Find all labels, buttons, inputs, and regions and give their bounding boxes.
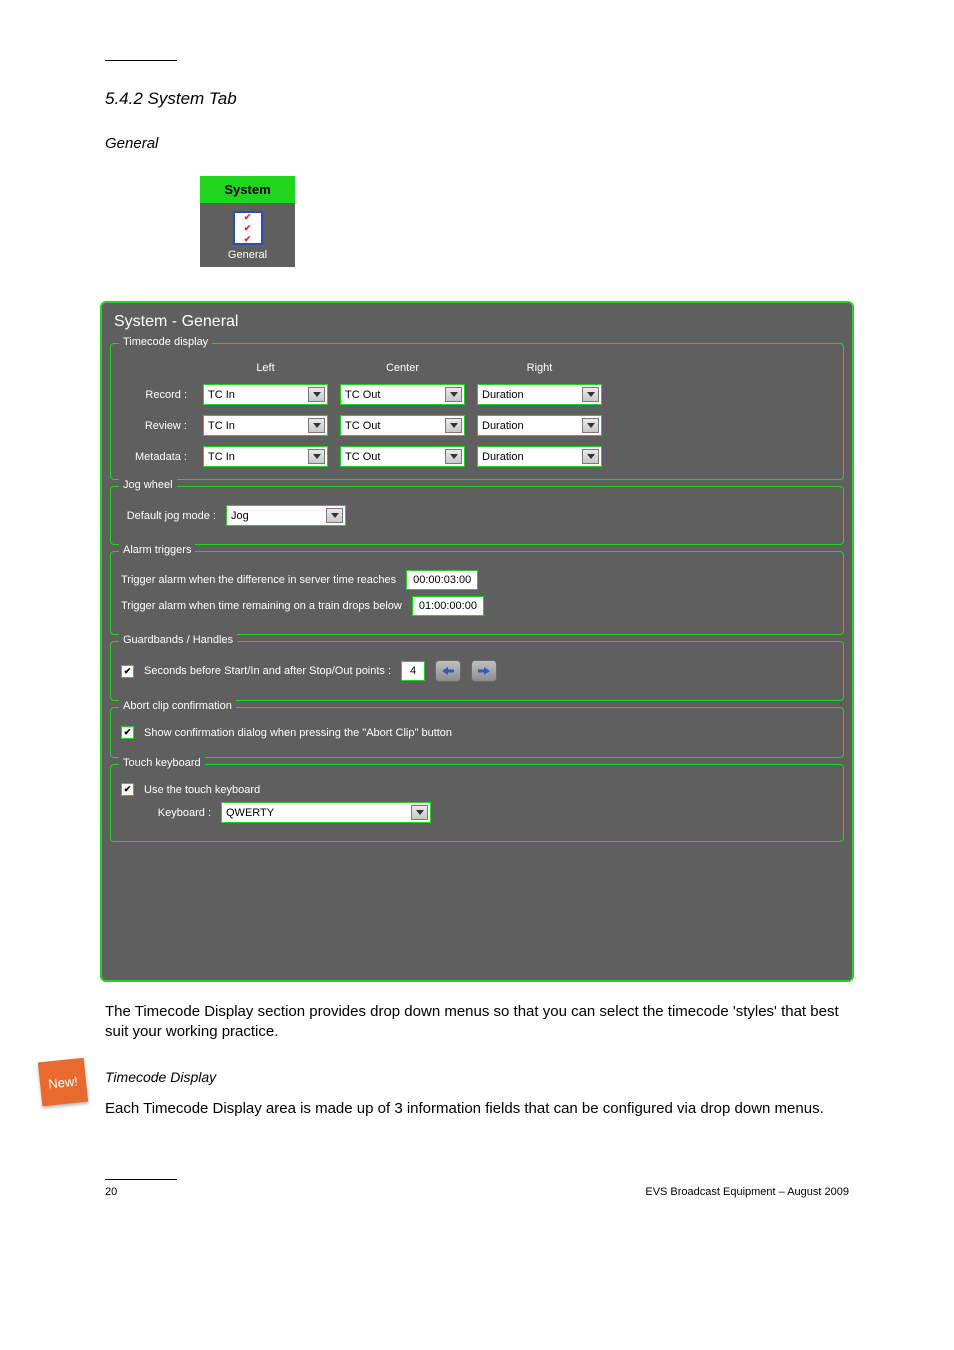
checklist-icon: ✔✔✔ bbox=[233, 211, 263, 245]
select-value: Duration bbox=[482, 389, 524, 401]
group-abort-clip: Abort clip confirmation ✔ Show confirmat… bbox=[110, 707, 844, 758]
chevron-down-icon bbox=[308, 449, 325, 464]
col-header-right: Right bbox=[477, 362, 602, 374]
subsection-heading: General bbox=[105, 135, 854, 152]
guardbands-decrement-button[interactable] bbox=[435, 660, 461, 682]
metadata-right-select[interactable]: Duration bbox=[477, 446, 602, 467]
alarm-train-time-value[interactable]: 01:00:00:00 bbox=[412, 596, 484, 616]
metadata-left-select[interactable]: TC In bbox=[203, 446, 328, 467]
select-value: TC In bbox=[208, 451, 235, 463]
chevron-down-icon bbox=[308, 418, 325, 433]
review-right-select[interactable]: Duration bbox=[477, 415, 602, 436]
record-right-select[interactable]: Duration bbox=[477, 384, 602, 405]
keyboard-label: Keyboard : bbox=[121, 807, 211, 819]
default-jog-mode-label: Default jog mode : bbox=[121, 510, 216, 522]
use-touch-keyboard-label: Use the touch keyboard bbox=[144, 784, 260, 796]
chevron-down-icon bbox=[411, 805, 428, 820]
legend: Guardbands / Handles bbox=[119, 634, 237, 646]
guardbands-checkbox[interactable]: ✔ bbox=[121, 665, 134, 678]
keyboard-layout-select[interactable]: QWERTY bbox=[221, 802, 431, 823]
general-label: General bbox=[202, 249, 293, 261]
guardbands-value[interactable]: 4 bbox=[401, 661, 425, 681]
header-rule bbox=[105, 60, 177, 61]
system-general-panel: System - General Timecode display Left C… bbox=[100, 301, 854, 982]
tab-body-general: ✔✔✔ General bbox=[200, 203, 295, 267]
col-header-center: Center bbox=[340, 362, 465, 374]
legend: Abort clip confirmation bbox=[119, 700, 236, 712]
row-label-review: Review : bbox=[121, 420, 191, 432]
select-value: TC Out bbox=[345, 451, 380, 463]
record-center-select[interactable]: TC Out bbox=[340, 384, 465, 405]
legend: Timecode display bbox=[119, 336, 212, 348]
footer-text: EVS Broadcast Equipment – August 2009 bbox=[645, 1186, 849, 1198]
select-value: QWERTY bbox=[226, 807, 274, 819]
alarm-server-time-value[interactable]: 00:00:03:00 bbox=[406, 570, 478, 590]
select-value: Duration bbox=[482, 420, 524, 432]
section-heading: 5.4.2 System Tab bbox=[105, 89, 854, 109]
alarm-server-time-label: Trigger alarm when the difference in ser… bbox=[121, 574, 396, 586]
group-touch-keyboard: Touch keyboard ✔ Use the touch keyboard … bbox=[110, 764, 844, 842]
chevron-down-icon bbox=[326, 508, 343, 523]
panel-title: System - General bbox=[106, 307, 848, 339]
record-left-select[interactable]: TC In bbox=[203, 384, 328, 405]
new-badge: New! bbox=[38, 1058, 88, 1107]
heading-timecode-display: Timecode Display bbox=[105, 1069, 854, 1085]
review-center-select[interactable]: TC Out bbox=[340, 415, 465, 436]
abort-confirmation-checkbox[interactable]: ✔ bbox=[121, 726, 134, 739]
alarm-train-time-label: Trigger alarm when time remaining on a t… bbox=[121, 600, 402, 612]
col-header-left: Left bbox=[203, 362, 328, 374]
use-touch-keyboard-checkbox[interactable]: ✔ bbox=[121, 783, 134, 796]
select-value: Jog bbox=[231, 510, 249, 522]
select-value: TC Out bbox=[345, 420, 380, 432]
chevron-down-icon bbox=[445, 387, 462, 402]
guardbands-increment-button[interactable] bbox=[471, 660, 497, 682]
legend: Touch keyboard bbox=[119, 757, 205, 769]
body-text-2: Each Timecode Display area is made up of… bbox=[105, 1099, 854, 1119]
abort-confirmation-label: Show confirmation dialog when pressing t… bbox=[144, 727, 452, 739]
system-tab-figure: System ✔✔✔ General bbox=[200, 176, 295, 267]
tab-header-system: System bbox=[200, 176, 295, 203]
row-label-metadata: Metadata : bbox=[121, 451, 191, 463]
select-value: TC In bbox=[208, 420, 235, 432]
chevron-down-icon bbox=[582, 418, 599, 433]
select-value: Duration bbox=[482, 451, 524, 463]
chevron-down-icon bbox=[582, 449, 599, 464]
group-guardbands: Guardbands / Handles ✔ Seconds before St… bbox=[110, 641, 844, 701]
guardbands-label: Seconds before Start/In and after Stop/O… bbox=[144, 665, 391, 677]
default-jog-mode-select[interactable]: Jog bbox=[226, 505, 346, 526]
group-timecode-display: Timecode display Left Center Right Recor… bbox=[110, 343, 844, 480]
chevron-down-icon bbox=[308, 387, 325, 402]
chevron-down-icon bbox=[445, 449, 462, 464]
chevron-down-icon bbox=[582, 387, 599, 402]
group-alarm-triggers: Alarm triggers Trigger alarm when the di… bbox=[110, 551, 844, 635]
select-value: TC In bbox=[208, 389, 235, 401]
chevron-down-icon bbox=[445, 418, 462, 433]
select-value: TC Out bbox=[345, 389, 380, 401]
group-jog-wheel: Jog wheel Default jog mode : Jog bbox=[110, 486, 844, 545]
body-text-1: The Timecode Display section provides dr… bbox=[105, 1002, 854, 1043]
metadata-center-select[interactable]: TC Out bbox=[340, 446, 465, 467]
review-left-select[interactable]: TC In bbox=[203, 415, 328, 436]
legend: Alarm triggers bbox=[119, 544, 195, 556]
footer-rule bbox=[105, 1179, 177, 1180]
row-label-record: Record : bbox=[121, 389, 191, 401]
legend: Jog wheel bbox=[119, 479, 177, 491]
page-number: 20 bbox=[105, 1186, 117, 1198]
